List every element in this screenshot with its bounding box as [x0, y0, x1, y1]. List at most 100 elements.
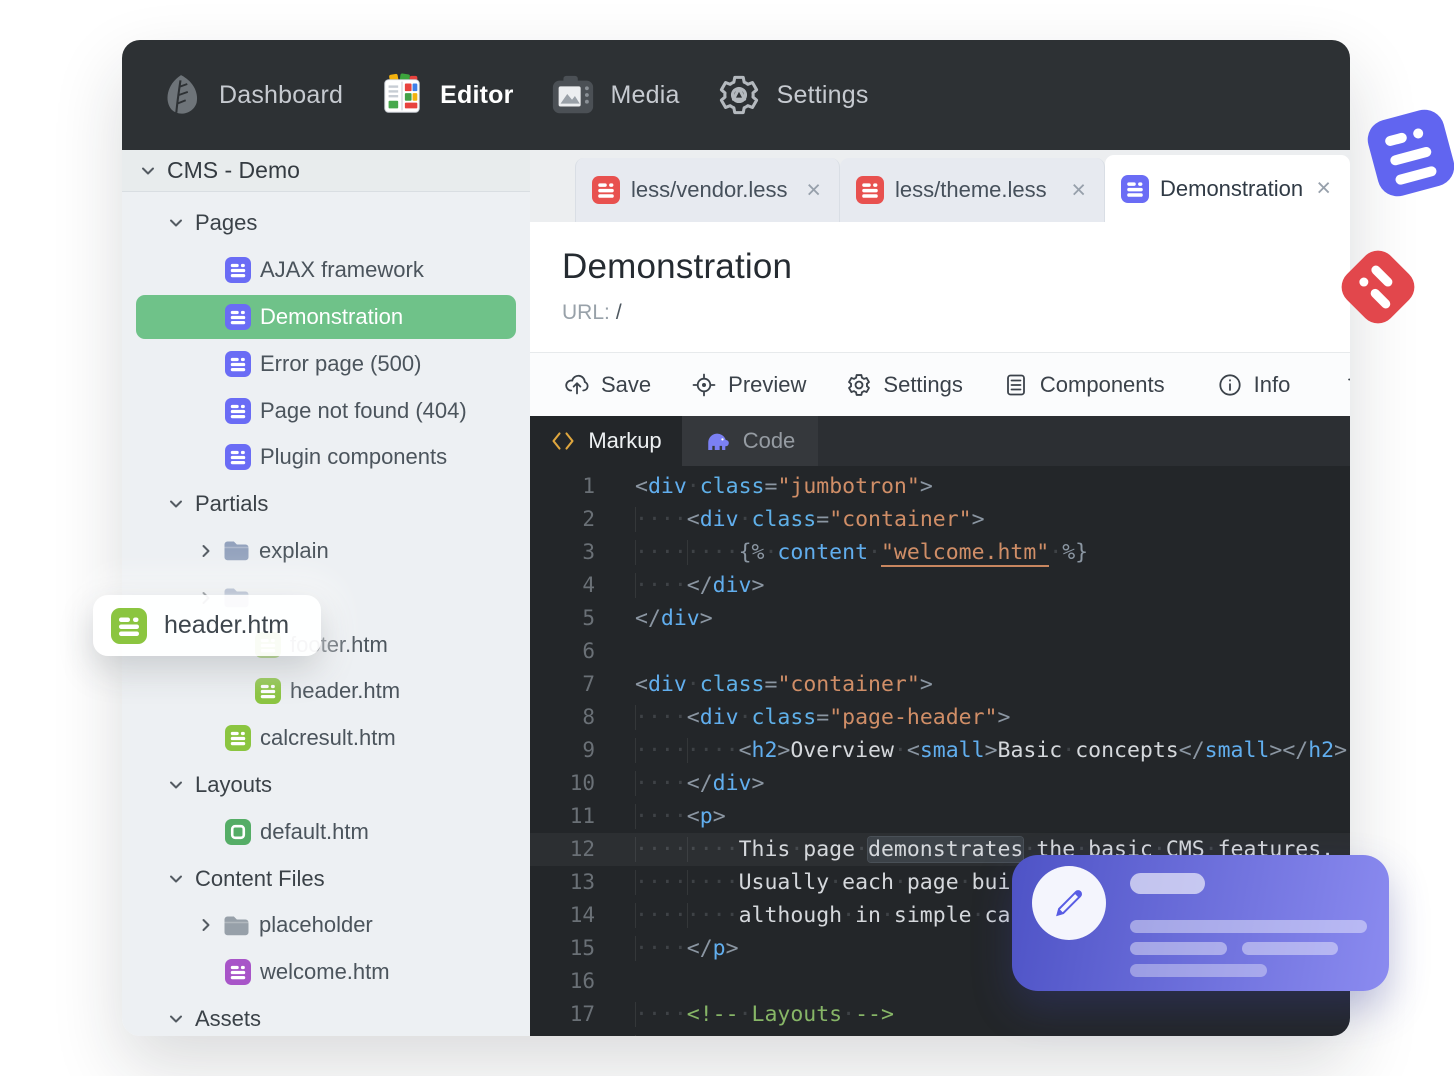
- sidebar-section-label: Assets: [195, 1005, 262, 1031]
- sidebar-item-demonstration[interactable]: Demonstration: [136, 294, 516, 340]
- code-token: ·: [893, 870, 907, 895]
- sidebar-folder-explain[interactable]: explain: [122, 528, 530, 575]
- code-line: 5 </div>: [530, 602, 1350, 635]
- code-token: ·: [686, 474, 700, 499]
- drag-ghost-header-htm[interactable]: header.htm: [93, 595, 321, 656]
- code-link-welcome-htm[interactable]: "welcome.htm": [880, 540, 1050, 567]
- sidebar-section-partials[interactable]: Partials: [122, 481, 530, 528]
- sidebar-item-label: header.htm: [290, 678, 401, 704]
- sidebar-item-error-page-500[interactable]: Error page (500): [122, 340, 530, 387]
- close-icon[interactable]: ×: [1069, 177, 1088, 203]
- tab-less-theme-less[interactable]: less/theme.less ×: [840, 158, 1105, 222]
- code-token: h2: [855, 1035, 881, 1036]
- sidebar-item-header-htm[interactable]: header.htm: [122, 668, 530, 715]
- sidebar-section-pages[interactable]: Pages: [122, 200, 530, 247]
- sidebar-folder-placeholder[interactable]: placeholder: [122, 902, 530, 949]
- code-token: div: [647, 474, 687, 499]
- nav-item-media[interactable]: Media: [550, 72, 680, 118]
- toolbar-button-label: Components: [1039, 371, 1165, 397]
- line-number: 10: [569, 771, 595, 795]
- editor-icon: [379, 72, 425, 118]
- tab-less-vendor-less[interactable]: less/vendor.less ×: [575, 158, 840, 222]
- code-token: ·: [893, 738, 907, 763]
- bar: [1412, 127, 1425, 140]
- line-number: 8: [582, 705, 595, 729]
- tab-demonstration[interactable]: Demonstration ×: [1105, 155, 1350, 222]
- less-red-icon: [592, 176, 620, 204]
- skeleton-bar: [1130, 873, 1205, 894]
- code-line-content: <div·class="jumbotron">: [635, 470, 933, 503]
- code-token: <!--: [686, 1002, 739, 1027]
- save-button[interactable]: Save: [564, 372, 651, 398]
- markup-brackets-icon: [550, 428, 576, 454]
- sidebar-section-layouts[interactable]: Layouts: [122, 762, 530, 809]
- nav-item-settings[interactable]: Settings: [716, 72, 869, 118]
- code-line-content: </div>: [635, 602, 713, 635]
- sidebar-item-default-htm[interactable]: default.htm: [122, 808, 530, 855]
- chevron-down-icon: [140, 163, 156, 179]
- skeleton-bar: [1130, 942, 1227, 955]
- sidebar-item-page-not-found-404[interactable]: Page not found (404): [122, 387, 530, 434]
- code-line: 11 ····<p>: [530, 800, 1350, 833]
- sidebar-item-calcresult-htm[interactable]: calcresult.htm: [122, 715, 530, 762]
- code-token: ·: [790, 837, 804, 862]
- url-value: /: [615, 301, 622, 324]
- less-red-icon: [856, 176, 884, 204]
- code-token: "jumbotron": [777, 474, 920, 499]
- code-token: h2: [700, 1035, 726, 1036]
- code-token: >: [984, 738, 998, 763]
- sidebar-item-plugin-components[interactable]: Plugin components: [122, 434, 530, 481]
- media-icon: [550, 72, 596, 118]
- code-token: p: [712, 936, 726, 961]
- close-icon[interactable]: ×: [1314, 176, 1333, 201]
- sidebar-section-assets[interactable]: Assets: [122, 996, 530, 1036]
- code-token: ·: [1049, 540, 1063, 565]
- nav-item-editor[interactable]: Editor: [379, 72, 513, 118]
- sidebar-section-content-files[interactable]: Content Files: [122, 855, 530, 902]
- code-token: </: [686, 771, 713, 796]
- code-token: >: [699, 606, 713, 631]
- url-label: URL:: [562, 301, 610, 324]
- sidebar-section-label: Pages: [195, 210, 258, 236]
- save-cloud-icon: [564, 372, 590, 398]
- sidebar-item-welcome-htm[interactable]: welcome.htm: [122, 949, 530, 996]
- code-line: 7 <div·class="container">: [530, 668, 1350, 701]
- code-token: ····: [635, 738, 687, 763]
- code-token: >: [725, 936, 739, 961]
- sidebar-header-label: CMS - Demo: [167, 157, 300, 183]
- code-token: ·: [842, 903, 856, 928]
- sidebar-item-ajax-framework[interactable]: AJAX framework: [122, 247, 530, 294]
- settings-button[interactable]: Settings: [846, 372, 963, 398]
- code-token: >: [751, 771, 765, 796]
- skeleton-bar: [1130, 920, 1367, 933]
- bar: [1394, 165, 1438, 186]
- sidebar-header-cms-demo[interactable]: CMS - Demo: [122, 150, 530, 192]
- pencil-icon: [1056, 890, 1082, 917]
- nav-item-label: Media: [610, 80, 680, 109]
- nav-item-label: Settings: [776, 80, 869, 109]
- close-icon[interactable]: ×: [804, 177, 823, 203]
- line-number: 9: [582, 738, 595, 762]
- code-token: div: [647, 672, 687, 697]
- page-purple-icon: [225, 303, 251, 330]
- code-token: </: [829, 1035, 855, 1036]
- info-button[interactable]: Info: [1217, 372, 1290, 398]
- code-line-content: ····<div·class="container">: [635, 503, 985, 536]
- editor-tab-code[interactable]: Code: [682, 416, 818, 466]
- code-token: </: [686, 936, 713, 961]
- top-navigation: Dashboard Editor Media Settings: [122, 40, 1350, 150]
- nav-item-dashboard[interactable]: Dashboard: [158, 72, 343, 118]
- code-token: >: [881, 1035, 894, 1036]
- sidebar-folder-label: explain: [259, 537, 329, 563]
- code-token: <: [686, 507, 700, 532]
- code-token: {%: [738, 540, 765, 565]
- trash-button[interactable]: [1344, 372, 1350, 398]
- code-token: =: [764, 672, 778, 697]
- code-token: ·: [842, 1002, 856, 1027]
- components-button[interactable]: Components: [1003, 372, 1165, 398]
- preview-button[interactable]: Preview: [691, 372, 806, 398]
- editor-tab-markup[interactable]: Markup: [530, 416, 682, 466]
- chevron-down-icon: [168, 1011, 184, 1027]
- page-purple-icon: [225, 397, 251, 424]
- code-token: bui: [971, 870, 1011, 895]
